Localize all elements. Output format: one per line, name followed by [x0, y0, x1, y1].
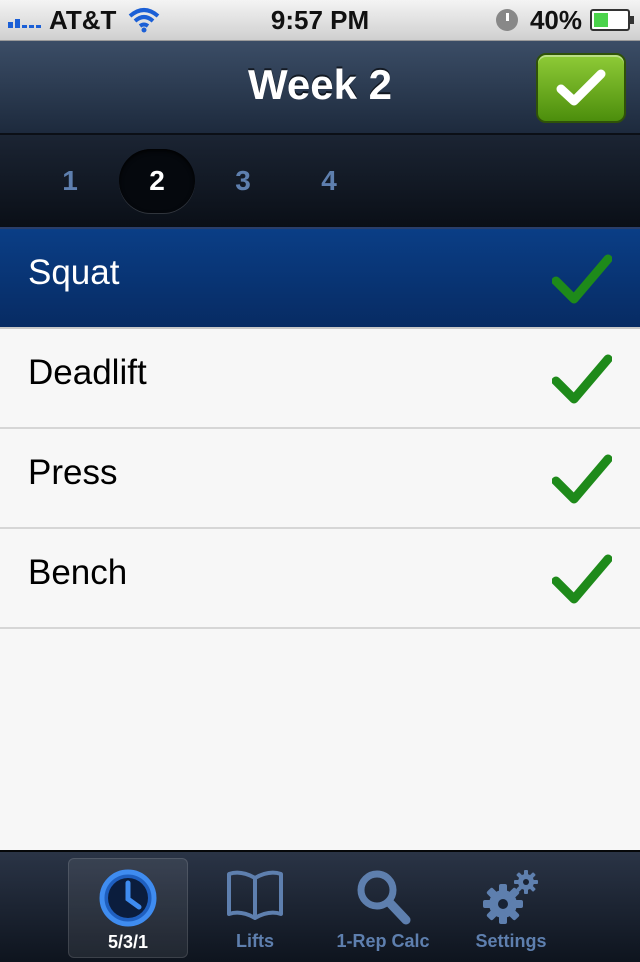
list-item-label: Deadlift: [28, 353, 147, 392]
gears-icon: [483, 870, 538, 924]
checkmark-icon: [552, 454, 612, 504]
tab-label: Lifts: [236, 931, 274, 951]
week-tab-4[interactable]: 4: [291, 149, 367, 213]
clock-icon: [99, 869, 157, 927]
battery-level: [594, 13, 609, 27]
checkmark-icon: [552, 254, 612, 304]
alarm-clock-icon: [495, 9, 518, 31]
lift-list: Squat Deadlift Press Bench: [0, 229, 640, 629]
week-tab-2[interactable]: 2: [119, 149, 195, 213]
tab-lifts[interactable]: Lifts: [196, 858, 314, 956]
status-right: 40%: [495, 4, 634, 35]
checkmark-icon: [552, 354, 612, 404]
tab-531[interactable]: 5/3/1: [68, 858, 188, 958]
list-item-bench[interactable]: Bench: [0, 529, 640, 629]
list-item-press[interactable]: Press: [0, 429, 640, 529]
list-item-label: Squat: [28, 253, 120, 292]
checkmark-icon: [556, 69, 606, 106]
battery-icon: [590, 9, 634, 31]
navigation-bar: Week 2: [0, 41, 640, 135]
battery-percent: 40%: [529, 4, 582, 35]
list-item-squat[interactable]: Squat: [0, 229, 640, 329]
list-item-deadlift[interactable]: Deadlift: [0, 329, 640, 429]
book-icon: [227, 870, 283, 920]
tab-1rep-calc[interactable]: 1-Rep Calc: [324, 858, 442, 956]
magnifier-icon: [357, 870, 411, 925]
tab-label: 5/3/1: [107, 932, 149, 952]
done-button[interactable]: [536, 53, 626, 123]
tab-bar: 5/3/1 Lifts 1-Rep Calc Settings: [0, 850, 640, 962]
checkmark-icon: [552, 554, 612, 604]
week-tab-3[interactable]: 3: [205, 149, 281, 213]
list-item-label: Press: [28, 453, 118, 492]
week-selector: 1 2 3 4: [0, 135, 640, 229]
tab-label: Settings: [475, 931, 547, 951]
week-tab-1[interactable]: 1: [32, 149, 108, 213]
tab-settings[interactable]: Settings: [452, 858, 570, 956]
list-item-label: Bench: [28, 553, 128, 592]
status-bar: AT&T 9:57 PM 40%: [0, 0, 640, 41]
tab-label: 1-Rep Calc: [336, 931, 430, 951]
